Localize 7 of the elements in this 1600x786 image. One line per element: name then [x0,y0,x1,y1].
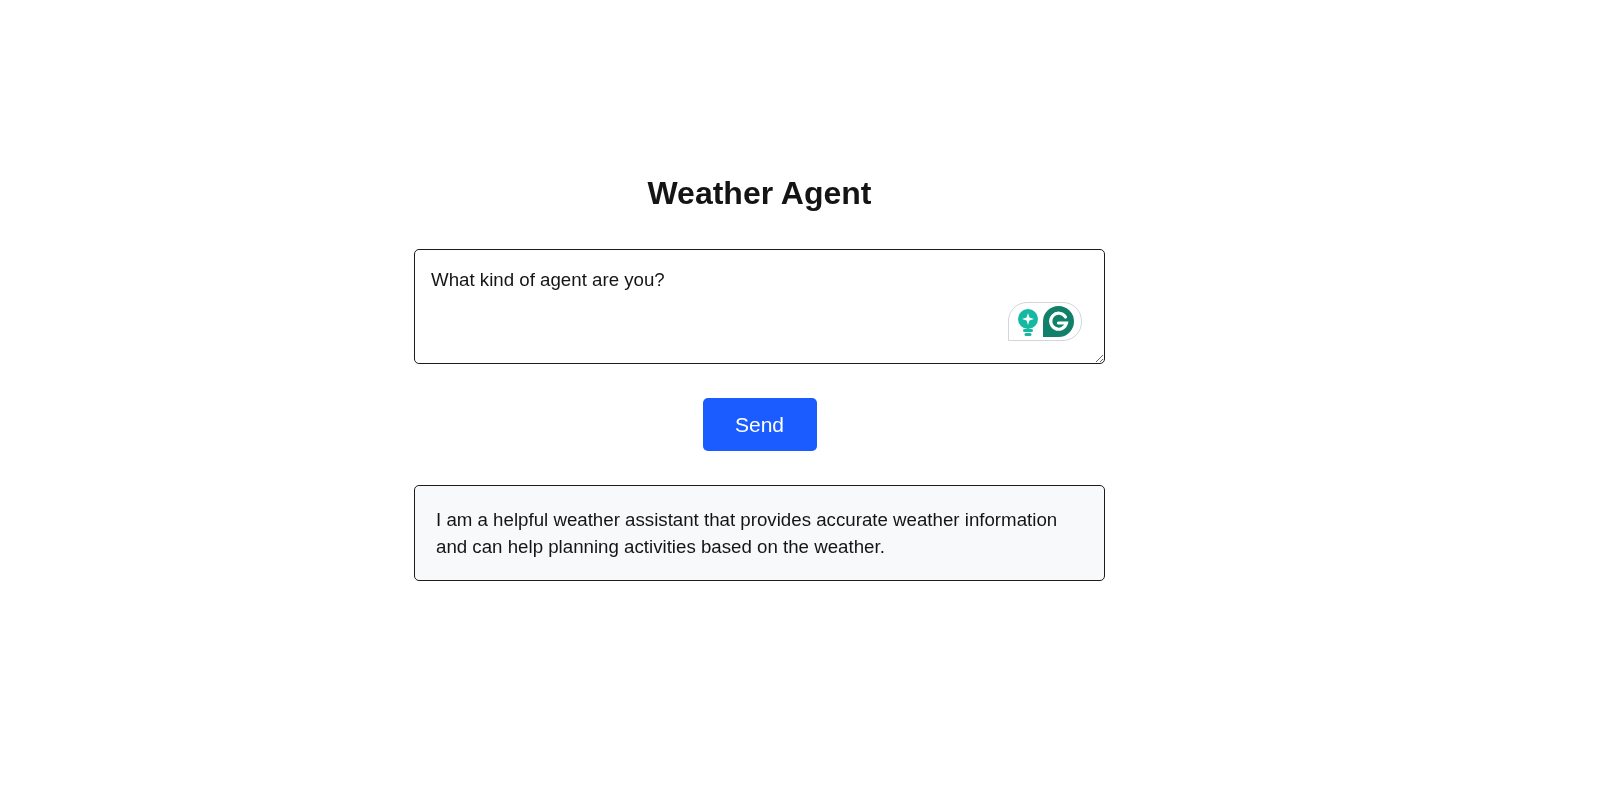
page-title: Weather Agent [647,175,872,212]
send-button[interactable]: Send [702,398,817,451]
writing-assistant-widget[interactable] [1008,302,1082,341]
lightbulb-sparkle-icon [1016,307,1039,336]
g-bubble-icon [1042,306,1074,337]
response-text: I am a helpful weather assistant that provides accurate weather information and can help planning activities based on the weather. [436,508,1059,559]
message-input[interactable]: What kind of agent are you? [414,249,1105,364]
